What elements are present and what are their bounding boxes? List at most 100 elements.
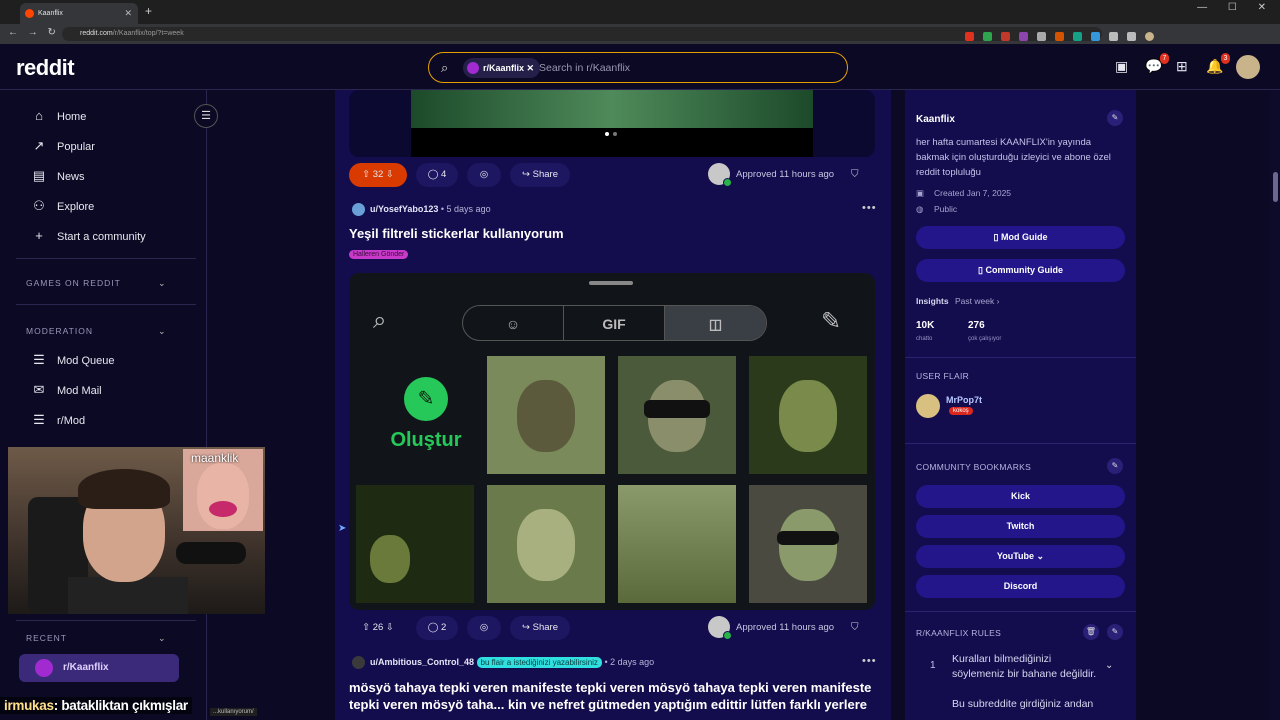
vote-buttons[interactable]: ⇧ 26 ⇩ (349, 616, 407, 640)
scrollbar-thumb[interactable] (1273, 172, 1278, 202)
share-icon: ↪ (522, 622, 530, 633)
post-media-carousel[interactable] (349, 90, 875, 157)
bookmark-kick-button[interactable]: Kick (916, 485, 1125, 508)
url-bar[interactable]: reddit.com/r/Kaanflix/top/?t=week (62, 27, 1102, 41)
close-tab-icon[interactable]: ✕ (124, 3, 132, 24)
author-avatar[interactable] (352, 203, 365, 217)
post-title[interactable]: mösyö tahaya tepki veren manifeste tepki… (349, 679, 875, 713)
extension-icon[interactable] (1037, 32, 1046, 41)
sidebar-item-explore[interactable]: ⚇ Explore (30, 196, 94, 216)
chevron-down-icon[interactable]: ⌄ (1105, 660, 1113, 671)
extension-icon[interactable] (1073, 32, 1082, 41)
ads-icon[interactable]: ▣ (1115, 58, 1128, 75)
recent-section-header[interactable]: RECENT (26, 633, 67, 643)
emoji-icon: ☺ (505, 316, 521, 332)
comments-button[interactable]: ◯ 4 (416, 163, 458, 187)
extension-icon[interactable] (1055, 32, 1064, 41)
comments-button[interactable]: ◯ 2 (416, 616, 458, 640)
extension-icons[interactable] (965, 28, 1265, 41)
create-post-icon[interactable]: ⊞ (1176, 58, 1188, 75)
extension-icon[interactable] (965, 32, 974, 41)
create-sticker: ✎ Oluştur (377, 377, 475, 452)
visibility: ◍ Public (916, 204, 957, 215)
sidebar-item-mod-queue[interactable]: ☰ Mod Queue (30, 350, 114, 370)
edit-icon[interactable]: ✎ (1107, 110, 1123, 126)
comment-count: 2 (440, 622, 447, 633)
sticker-thumbnail (356, 485, 474, 603)
more-options-icon[interactable]: ••• (862, 655, 877, 667)
reddit-logo[interactable]: reddit (16, 55, 75, 81)
insights-period[interactable]: Past week › (955, 296, 999, 306)
mod-shield-icon[interactable]: ⛉ (851, 169, 859, 180)
notification-icon[interactable]: 🔔 3 (1206, 53, 1231, 75)
extension-icon[interactable] (1109, 32, 1118, 41)
award-button[interactable]: ◎ (467, 616, 501, 640)
insights-label[interactable]: Insights (916, 296, 949, 306)
sidebar-item-news[interactable]: ▤ News (30, 166, 85, 186)
recent-community-item[interactable]: r/Kaanflix (19, 654, 179, 682)
sidebar-item-popular[interactable]: ↗ Popular (30, 136, 95, 156)
bookmark-youtube-button[interactable]: YouTube ⌄ (916, 545, 1125, 568)
browser-nav-buttons[interactable]: ← → ↻ (8, 27, 56, 38)
sidebar-divider (905, 443, 1136, 444)
search-community-chip[interactable]: r/Kaanflix ✕ (463, 58, 541, 78)
community-guide-button[interactable]: ▯ Community Guide (916, 259, 1125, 282)
post-author[interactable]: u/Ambitious_Control_48 (370, 657, 474, 667)
vote-buttons[interactable]: ⇧ 32 ⇩ (349, 163, 407, 187)
bookmark-discord-button[interactable]: Discord (916, 575, 1125, 598)
author-avatar[interactable] (352, 656, 365, 670)
sticker-thumbnail (487, 356, 605, 474)
award-button[interactable]: ◎ (467, 163, 501, 187)
sidebar-item-mod-mail[interactable]: ✉ Mod Mail (30, 380, 102, 400)
extension-icon[interactable] (1019, 32, 1028, 41)
rule-text[interactable]: Kuralları bilmediğinizi söylemeniz bir b… (952, 652, 1102, 682)
search-bar[interactable]: ⌕ r/Kaanflix ✕ (428, 52, 848, 83)
collapse-sidebar-button[interactable]: ☰ (194, 104, 218, 128)
extension-icon[interactable] (1001, 32, 1010, 41)
share-button[interactable]: ↪ Share (510, 163, 570, 187)
post-flair[interactable]: Halleren Gönder (349, 250, 409, 259)
carousel-dot-active[interactable] (605, 132, 609, 136)
chevron-down-icon[interactable]: ⌄ (158, 633, 166, 644)
post-title[interactable]: Yeşil filtreli stickerlar kullanıyorum (349, 226, 564, 241)
mod-icon: ☰ (33, 412, 45, 427)
games-section-header[interactable]: GAMES ON REDDIT (26, 278, 121, 288)
pencil-icon: ✎ (821, 308, 842, 335)
edit-icon[interactable]: ✎ (1107, 458, 1123, 474)
user-avatar[interactable] (1236, 55, 1260, 79)
user-flair-name[interactable]: MrPop7t (946, 395, 982, 405)
tab-title: Kaanflix (38, 10, 63, 17)
edit-icon[interactable]: ✎ (1107, 624, 1123, 640)
browser-tab[interactable]: Kaanflix ✕ (20, 3, 138, 24)
post-flair[interactable]: bu flair a istediğinizi yazabilirsiniz (476, 657, 602, 668)
bookmark-twitch-button[interactable]: Twitch (916, 515, 1125, 538)
comment-icon: ◯ (427, 622, 439, 633)
sidebar-item-home[interactable]: ⌂ Home (30, 106, 86, 126)
chevron-down-icon[interactable]: ⌄ (158, 278, 166, 289)
more-options-icon[interactable]: ••• (862, 202, 877, 214)
delete-icon[interactable]: 🗑 (1083, 624, 1099, 640)
carousel-dot[interactable] (613, 132, 617, 136)
sticker-picker-image[interactable]: ⌕ ☺ GIF ◫ ✎ ✎ Oluştur (349, 273, 875, 610)
extension-icon[interactable] (1091, 32, 1100, 41)
mod-shield-icon[interactable]: ⛉ (851, 622, 859, 633)
share-button[interactable]: ↪ Share (510, 616, 570, 640)
post-time: • 5 days ago (440, 204, 491, 214)
chevron-down-icon[interactable]: ⌄ (158, 326, 166, 337)
rule-text[interactable]: Bu subreddite girdiğiniz andan (952, 697, 1102, 712)
window-controls[interactable]: — ☐ ✕ (1197, 2, 1280, 13)
download-icon[interactable] (1127, 32, 1136, 41)
search-input[interactable] (539, 59, 829, 77)
post-author[interactable]: u/YosefYabo123 (370, 204, 438, 214)
sidebar-item-rmod[interactable]: ☰ r/Mod (30, 410, 85, 430)
sidebar-item-start-community[interactable]: + Start a community (30, 226, 145, 246)
moderation-section-header[interactable]: MODERATION (26, 326, 93, 336)
extension-icon[interactable] (983, 32, 992, 41)
chat-icon[interactable]: 💬 7 (1145, 53, 1170, 75)
news-icon: ▤ (32, 168, 46, 183)
profile-icon[interactable] (1145, 32, 1154, 41)
new-tab-icon[interactable]: + (145, 4, 152, 18)
mod-guide-button[interactable]: ▯ Mod Guide (916, 226, 1125, 249)
sticker-thumbnail (618, 485, 736, 603)
rule-number: 1 (930, 660, 936, 671)
